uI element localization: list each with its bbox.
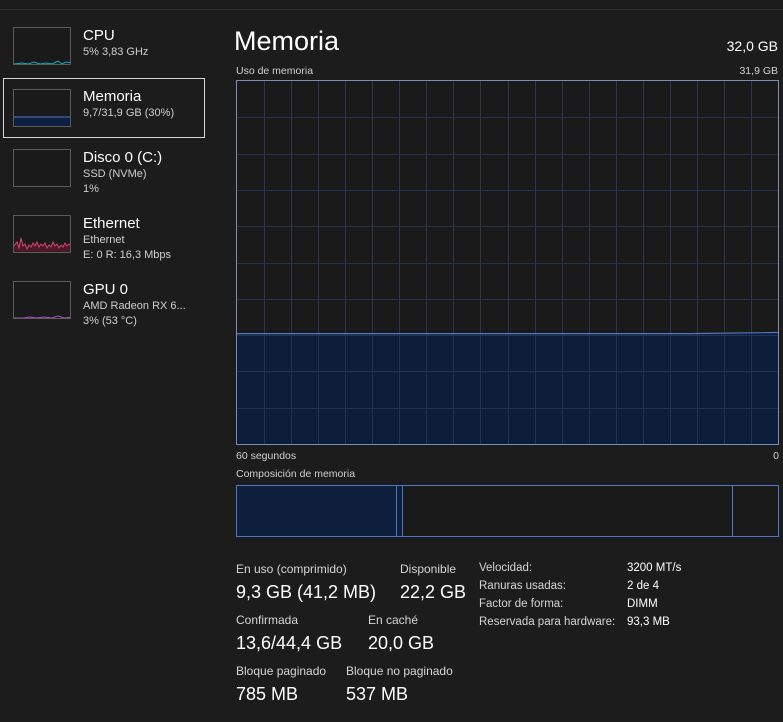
- memory-composition-bar: [236, 485, 779, 537]
- chart-time-label: 60 segundos: [236, 450, 297, 462]
- composition-segment-en-uso[interactable]: [237, 486, 396, 536]
- composition-segment-libre[interactable]: [732, 486, 778, 536]
- committed-value: 13,6/44,4 GB: [236, 633, 343, 653]
- nonpaged-pool-value: 537 MB: [346, 684, 409, 704]
- form-factor-value: DIMM: [627, 598, 658, 610]
- sidebar-item-ethernet[interactable]: Ethernet Ethernet E: 0 R: 16,3 Mbps: [3, 206, 205, 266]
- sidebar-item-title: CPU: [83, 27, 115, 44]
- composition-segment-en-espera[interactable]: [402, 486, 732, 536]
- committed-label: Confirmada: [236, 613, 299, 627]
- sidebar-item-subtitle-2: 3% (53 °C): [83, 315, 137, 327]
- sidebar-item-title: GPU 0: [83, 281, 129, 298]
- paged-pool-value: 785 MB: [236, 684, 299, 704]
- sidebar-item-cpu[interactable]: CPU 5% 3,83 GHz: [3, 18, 205, 78]
- composition-segment-modificada[interactable]: [395, 486, 402, 536]
- ethernet-thumbnail-graph: [13, 215, 71, 253]
- in-use-value: 9,3 GB (41,2 MB): [236, 582, 377, 602]
- paged-pool-label: Bloque paginado: [236, 664, 327, 678]
- sidebar-item-subtitle: Ethernet: [83, 234, 125, 246]
- cached-label: En caché: [368, 613, 419, 627]
- sidebar-item-subtitle: SSD (NVMe): [83, 168, 147, 180]
- slots-label: Ranuras usadas:: [479, 580, 566, 592]
- chart-max-label: 31,9 GB: [739, 65, 778, 77]
- sidebar-item-subtitle-2: E: 0 R: 16,3 Mbps: [83, 249, 172, 261]
- chart-label: Uso de memoria: [236, 65, 314, 77]
- cpu-thumbnail-graph: [13, 27, 71, 65]
- cached-value: 20,0 GB: [368, 633, 435, 653]
- memory-usage-plot: [237, 81, 778, 444]
- sidebar-item-title: Disco 0 (C:): [83, 149, 163, 166]
- gpu-thumbnail-graph: [13, 281, 71, 319]
- form-factor-label: Factor de forma:: [479, 598, 564, 610]
- sidebar-item-memoria[interactable]: Memoria 9,7/31,9 GB (30%): [3, 78, 205, 138]
- sidebar-item-subtitle-2: 1%: [83, 183, 99, 195]
- hardware-reserved-value: 93,3 MB: [627, 616, 670, 628]
- slots-value: 2 de 4: [627, 580, 659, 592]
- total-memory: 32,0 GB: [726, 38, 778, 54]
- sidebar-item-subtitle: 5% 3,83 GHz: [83, 46, 149, 58]
- sidebar-item-title: Memoria: [83, 88, 142, 105]
- hardware-reserved-label: Reservada para hardware:: [479, 616, 616, 628]
- nonpaged-pool-label: Bloque no paginado: [346, 664, 453, 678]
- sidebar-item-title: Ethernet: [83, 215, 140, 232]
- available-value: 22,2 GB: [400, 582, 467, 602]
- speed-value: 3200 MT/s: [627, 562, 682, 574]
- memory-thumbnail-graph: [13, 89, 71, 127]
- sidebar-item-subtitle: 9,7/31,9 GB (30%): [83, 107, 175, 119]
- disk-thumbnail-graph: [13, 149, 71, 187]
- composition-label: Composición de memoria: [236, 468, 356, 480]
- title-bar-divider: [0, 0, 783, 10]
- page-title: Memoria: [234, 26, 340, 56]
- in-use-label: En uso (comprimido): [236, 562, 347, 576]
- available-label: Disponible: [400, 562, 457, 576]
- sidebar-item-subtitle: AMD Radeon RX 6...: [83, 300, 186, 312]
- sidebar-item-gpu[interactable]: GPU 0 AMD Radeon RX 6... 3% (53 °C): [3, 272, 205, 332]
- sidebar-item-disco[interactable]: Disco 0 (C:) SSD (NVMe) 1%: [3, 140, 205, 200]
- chart-zero-label: 0: [773, 450, 779, 462]
- memory-usage-chart: [236, 80, 779, 445]
- speed-label: Velocidad:: [479, 562, 533, 574]
